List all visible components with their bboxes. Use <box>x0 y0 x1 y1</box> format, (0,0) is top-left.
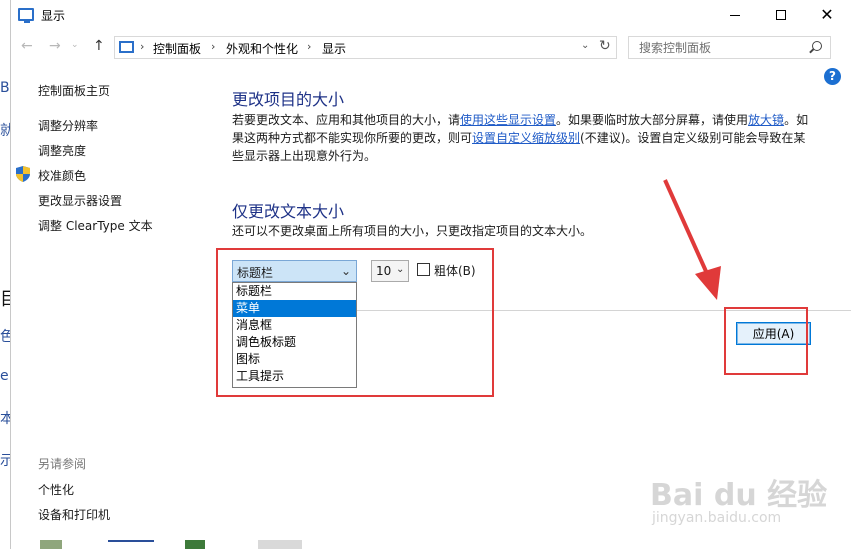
search-icon[interactable] <box>812 41 822 51</box>
see-also-personalization[interactable]: 个性化 <box>38 481 74 498</box>
sidebar-item-cleartype[interactable]: 调整 ClearType 文本 <box>38 217 153 234</box>
section-heading-change-size: 更改项目的大小 <box>232 90 345 109</box>
breadcrumb-separator: › <box>140 40 145 53</box>
sidebar-item-change-display-settings[interactable]: 更改显示器设置 <box>38 192 122 209</box>
annotation-arrow-icon <box>663 179 721 300</box>
up-arrow-icon[interactable]: ↑ <box>93 38 105 54</box>
title-bar: 显示 ✕ <box>11 0 851 30</box>
back-arrow-icon[interactable]: ← <box>21 38 33 54</box>
navigation-bar: ← → ⌄ ↑ › 控制面板 › 外观和个性化 › 显示 ⌄ ↻ <box>11 30 851 66</box>
background-thumbnail <box>40 540 62 549</box>
section-heading-text-size: 仅更改文本大小 <box>232 202 345 221</box>
breadcrumb-appearance[interactable]: 外观和个性化 <box>226 40 298 57</box>
see-also-devices-printers[interactable]: 设备和打印机 <box>38 506 110 523</box>
description-text: 。如果要临时放大部分屏幕，请使用 <box>556 113 749 127</box>
baidu-watermark: Bai du 经验 <box>650 478 828 513</box>
recent-locations-chevron-icon[interactable]: ⌄ <box>71 40 79 50</box>
close-icon: ✕ <box>820 5 834 24</box>
close-button[interactable]: ✕ <box>804 0 850 30</box>
minimize-icon <box>730 15 740 16</box>
section-description: 果这两种方式都不能实现你所要的更改，则可设置自定义缩放级别(不建议)。设置自定义… <box>232 129 805 147</box>
see-also-title: 另请参阅 <box>38 457 87 471</box>
address-dropdown-chevron-icon[interactable]: ⌄ <box>581 40 589 51</box>
search-input[interactable] <box>629 37 804 58</box>
breadcrumb-control-panel[interactable]: 控制面板 <box>153 40 201 57</box>
breadcrumb-separator: › <box>211 40 216 53</box>
background-thumbnail <box>108 540 154 549</box>
section-description: 些显示器上出现意外行为。 <box>232 149 377 163</box>
background-thumbnail <box>185 540 205 549</box>
shield-icon <box>16 166 30 182</box>
refresh-icon[interactable]: ↻ <box>599 38 611 54</box>
maximize-icon <box>776 10 786 20</box>
background-thumbnail <box>258 540 302 549</box>
annotation-highlight-box <box>216 248 494 397</box>
background-taskbar <box>40 540 320 549</box>
control-panel-icon <box>119 41 134 53</box>
sidebar-item-home[interactable]: 控制面板主页 <box>38 82 110 99</box>
breadcrumb-separator: › <box>307 40 312 53</box>
description-text: 果这两种方式都不能实现你所要的更改，则可 <box>232 131 473 145</box>
search-box[interactable] <box>628 36 831 59</box>
display-settings-link[interactable]: 使用这些显示设置 <box>460 113 556 127</box>
background-window-edge: B 就 目 色 e 本 示 <box>0 0 18 549</box>
window-title: 显示 <box>41 9 66 23</box>
forward-arrow-icon[interactable]: → <box>49 38 61 54</box>
maximize-button[interactable] <box>758 0 804 30</box>
section-description: 若要更改文本、应用和其他项目的大小，请使用这些显示设置。如果要临时放大部分屏幕，… <box>232 111 808 129</box>
monitor-icon <box>18 8 34 23</box>
custom-scaling-link[interactable]: 设置自定义缩放级别 <box>472 131 580 145</box>
description-text: (不建议)。设置自定义级别可能会导致在某 <box>580 131 806 145</box>
sidebar-item-brightness[interactable]: 调整亮度 <box>38 142 86 159</box>
description-text: 若要更改文本、应用和其他项目的大小，请 <box>232 113 461 127</box>
sidebar-item-resolution[interactable]: 调整分辨率 <box>38 117 98 134</box>
sidebar-item-calibrate-color[interactable]: 校准颜色 <box>38 167 86 184</box>
description-text: 。如 <box>784 113 809 127</box>
background-glyph: B <box>0 80 10 96</box>
annotation-highlight-box <box>724 307 808 375</box>
magnifier-link[interactable]: 放大镜 <box>748 113 784 127</box>
baidu-watermark-url: jingyan.baidu.com <box>652 510 782 526</box>
text-size-description: 还可以不更改桌面上所有项目的大小，只更改指定项目的文本大小。 <box>232 224 593 238</box>
minimize-button[interactable] <box>712 0 758 30</box>
sidebar: 控制面板主页 调整分辨率 调整亮度 校准颜色 更改显示器设置 调整 ClearT… <box>11 66 216 549</box>
address-bar[interactable]: › 控制面板 › 外观和个性化 › 显示 ⌄ ↻ <box>114 36 617 59</box>
breadcrumb-display[interactable]: 显示 <box>322 40 346 57</box>
background-glyph: e <box>0 368 9 384</box>
